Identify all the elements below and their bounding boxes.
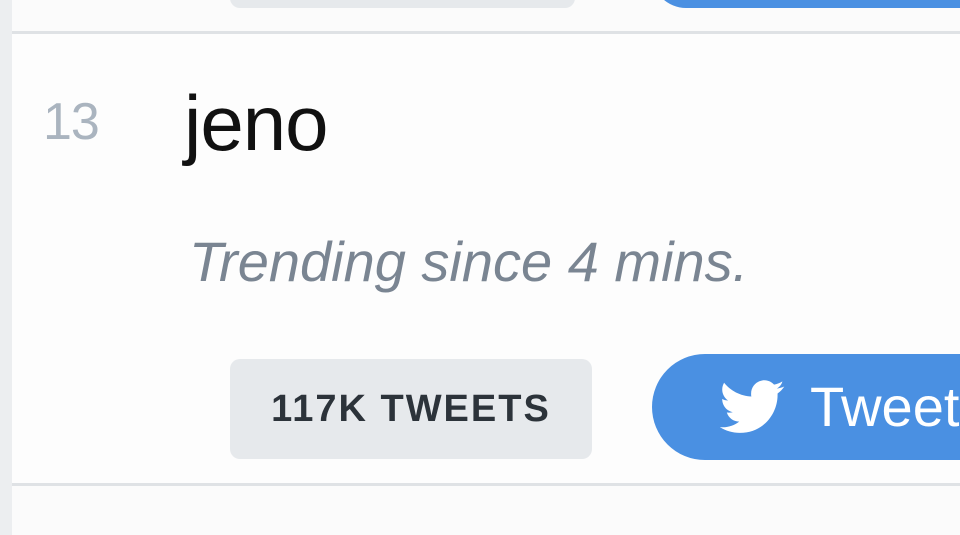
- trends-page: 13 jeno Trending since 4 mins. 117K TWEE…: [0, 0, 960, 535]
- tweet-count-badge: 117K TWEETS: [230, 359, 592, 459]
- trend-since-text: Trending since 4 mins.: [189, 230, 749, 293]
- twitter-bird-icon: [720, 380, 785, 433]
- tweet-count-text: 117K TWEETS: [271, 387, 551, 430]
- previous-row-tweet-count-badge: [230, 0, 575, 8]
- trend-row: 13 jeno Trending since 4 mins. 117K TWEE…: [12, 34, 960, 483]
- left-border: [0, 0, 12, 535]
- row-divider: [12, 483, 960, 486]
- trend-name[interactable]: jeno: [184, 84, 328, 162]
- trend-rank: 13: [43, 93, 100, 151]
- previous-row-tweet-button[interactable]: [652, 0, 960, 8]
- tweet-button[interactable]: Tweet: [652, 354, 960, 460]
- tweet-button-label: Tweet: [810, 375, 960, 438]
